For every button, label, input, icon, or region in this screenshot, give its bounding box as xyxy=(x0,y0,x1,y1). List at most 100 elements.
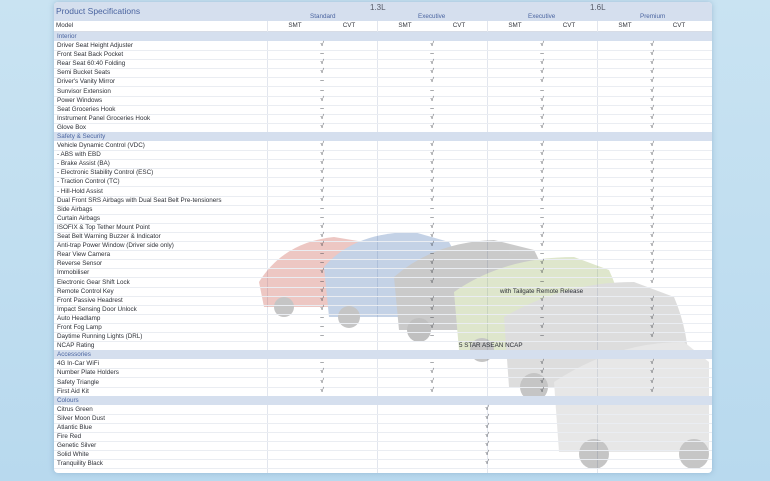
spec-cell: √ xyxy=(540,186,544,194)
spec-cell: √ xyxy=(320,122,324,130)
spec-cell: √ xyxy=(320,386,324,394)
spec-cell: √ xyxy=(650,368,654,376)
row-label: Side Airbags xyxy=(57,205,93,213)
row-label: Dual Front SRS Airbags with Dual Seat Be… xyxy=(57,196,222,204)
row-note: with Tailgate Remote Release xyxy=(500,287,584,295)
spec-cell: – xyxy=(540,50,544,58)
spec-cell: – xyxy=(540,213,544,221)
spec-cell: √ xyxy=(430,59,434,67)
spec-cell: √ xyxy=(540,95,544,103)
spec-cell: √ xyxy=(650,95,654,103)
spec-cell: √ xyxy=(540,195,544,203)
spec-cell: √ xyxy=(650,86,654,94)
spec-cell: √ xyxy=(320,195,324,203)
spec-cell: – xyxy=(320,86,324,94)
spec-cell: √ xyxy=(320,304,324,312)
spec-cell: √ xyxy=(650,213,654,221)
spec-cell: √ xyxy=(540,386,544,394)
spec-cell: √ xyxy=(430,41,434,48)
spec-cell: √ xyxy=(430,232,434,239)
colour-availability-cell: √ xyxy=(485,432,489,439)
section-header: Safety & Security xyxy=(54,132,712,141)
spec-cell: √ xyxy=(650,295,654,303)
spec-cell: – xyxy=(540,313,544,321)
spec-cell: √ xyxy=(430,113,434,121)
spec-cell: – xyxy=(320,359,324,367)
section-title: Safety & Security xyxy=(57,133,106,140)
spec-cell: – xyxy=(320,259,324,267)
colour-availability-cell: √ xyxy=(485,441,489,449)
spec-cell: – xyxy=(320,323,324,330)
spec-cell: – xyxy=(320,50,324,58)
row-label: Atlantic Blue xyxy=(57,423,93,431)
spec-cell: √ xyxy=(540,232,544,239)
spec-cell: √ xyxy=(650,304,654,312)
spec-cell: √ xyxy=(430,186,434,194)
row-label: Remote Control Key xyxy=(57,287,114,295)
spec-cell: √ xyxy=(430,68,434,76)
spec-cell: – xyxy=(430,313,434,321)
spec-cell: √ xyxy=(320,295,324,303)
row-label: Daytime Running Lights (DRL) xyxy=(57,333,143,341)
colour-availability-cell: √ xyxy=(485,450,489,458)
row-label: Tranquility Black xyxy=(57,460,103,468)
grade-executive-16-label: Executive xyxy=(528,13,556,20)
spec-cell: √ xyxy=(650,313,654,321)
row-label: NCAP Rating xyxy=(57,342,95,350)
spec-cell: √ xyxy=(540,150,544,158)
spec-cell: √ xyxy=(650,241,654,249)
spec-cell: √ xyxy=(650,59,654,67)
spec-cell: √ xyxy=(650,68,654,76)
row-label: Front Seat Back Pocket xyxy=(57,51,124,59)
row-label: Seat Belt Warning Buzzer & Indicator xyxy=(57,233,161,240)
spec-cell: √ xyxy=(430,222,434,230)
section-header: Interior xyxy=(54,32,712,41)
spec-cell: – xyxy=(320,77,324,85)
row-label: Impact Sensing Door Unlock xyxy=(57,305,137,313)
model-label: Model xyxy=(56,22,74,29)
row-label: Driver Seat Height Adjuster xyxy=(57,42,133,49)
spec-cell: √ xyxy=(430,295,434,303)
spec-cell: √ xyxy=(430,377,434,385)
spec-cell: √ xyxy=(650,323,654,330)
spec-cell: √ xyxy=(320,377,324,385)
row-label: - Traction Control (TC) xyxy=(57,178,120,186)
row-note: 5 STAR ASEAN NCAP xyxy=(459,342,523,350)
spec-cell: √ xyxy=(540,377,544,385)
spec-cell: √ xyxy=(540,68,544,76)
spec-cell: √ xyxy=(650,168,654,176)
row-label: Electronic Gear Shift Lock xyxy=(57,278,130,286)
row-label: - Brake Assist (BA) xyxy=(57,160,110,168)
spec-cell: √ xyxy=(650,204,654,212)
spec-cell: √ xyxy=(320,159,324,167)
row-label: - ABS with EBD xyxy=(57,151,101,159)
spec-cell: √ xyxy=(320,286,324,294)
spec-cell: √ xyxy=(320,168,324,176)
spec-cell: √ xyxy=(430,77,434,85)
colour-availability-cell: √ xyxy=(485,413,489,421)
grade-standard-label: Standard xyxy=(310,13,336,20)
engine-1-3l-label: 1.3L xyxy=(370,3,386,12)
row-label: Immobiliser xyxy=(57,269,90,277)
spec-cell: – xyxy=(320,104,324,112)
spec-cell: √ xyxy=(540,359,544,367)
trans-cvt: CVT xyxy=(342,22,356,29)
engine-1-6l-label: 1.6L xyxy=(590,3,606,12)
spec-cell: √ xyxy=(320,68,324,76)
model-row: Model SMT CVT SMT CVT SMT CVT SMT CVT xyxy=(54,21,712,32)
row-label: Reverse Sensor xyxy=(57,260,103,268)
spec-cell: √ xyxy=(320,232,324,239)
spec-cell: √ xyxy=(320,41,324,48)
row-label: Genetic Silver xyxy=(57,442,97,450)
spec-cell: √ xyxy=(540,113,544,121)
spec-cell: √ xyxy=(540,323,544,330)
spec-cell: √ xyxy=(430,95,434,103)
spec-cell: – xyxy=(540,204,544,212)
trans-smt: SMT xyxy=(398,22,412,29)
spec-cell: √ xyxy=(430,141,434,148)
spec-cell: – xyxy=(320,277,324,285)
row-label: Seat Groceries Hook xyxy=(57,105,116,113)
spec-cell: √ xyxy=(650,332,654,340)
spec-cell: – xyxy=(430,213,434,221)
page-title: Product Specifications xyxy=(56,6,141,16)
